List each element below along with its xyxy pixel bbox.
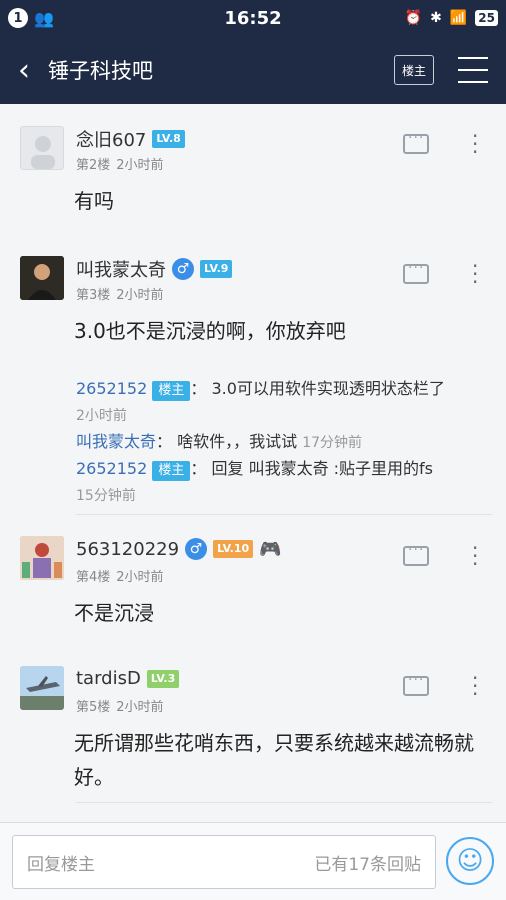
- reply-separator: ：: [190, 459, 207, 478]
- reply-input[interactable]: 回复楼主 已有17条回贴: [12, 835, 436, 889]
- comment-icon[interactable]: [403, 130, 429, 154]
- contacts-icon: 👥: [34, 8, 54, 28]
- avatar[interactable]: [20, 666, 64, 710]
- wifi-icon: 📶: [449, 10, 468, 26]
- level-badge: LV.9: [200, 260, 233, 278]
- post-item: 563120229 ♂ LV.10 🎮 第4楼 2小时前 ··· 不是沉浸: [0, 514, 506, 652]
- owner-tag: 楼主: [152, 381, 191, 401]
- level-badge: LV.10: [213, 540, 254, 558]
- comment-icon[interactable]: [403, 542, 429, 566]
- username[interactable]: 563120229: [76, 539, 179, 560]
- reply-separator: ：: [190, 379, 207, 398]
- avatar[interactable]: [20, 126, 64, 170]
- divider: [76, 802, 492, 803]
- reply-list: 2652152 楼主： 3.0可以用软件实现透明状态栏了 2小时前 叫我蒙太奇：…: [76, 376, 496, 509]
- post-time: 2小时前: [116, 700, 164, 715]
- emoji-icon[interactable]: ☺: [446, 837, 494, 885]
- game-controller-icon: 🎮: [259, 538, 282, 560]
- post-item: 念旧607 LV.8 第2楼 2小时前 ··· 有吗: [0, 104, 506, 232]
- reply-time: 17分钟前: [302, 435, 363, 451]
- chevron-left-icon: ‹: [18, 52, 30, 88]
- back-button[interactable]: ‹: [0, 36, 48, 104]
- reply-time: 15分钟前: [76, 488, 136, 504]
- post-text: 不是沉浸: [74, 601, 154, 625]
- reply-user[interactable]: 2652152: [76, 459, 147, 478]
- post-text: 3.0也不是沉浸的啊，你放弃吧: [74, 319, 346, 343]
- post-list: 念旧607 LV.8 第2楼 2小时前 ··· 有吗 叫我蒙太奇 ♂ LV.9 第3楼 2…: [0, 104, 506, 822]
- floor-label: 第3楼: [76, 288, 111, 303]
- reply-separator: ：: [156, 432, 173, 451]
- notification-badge: 1: [8, 8, 28, 28]
- username[interactable]: 叫我蒙太奇: [76, 256, 166, 282]
- more-icon[interactable]: · · ·: [472, 256, 478, 292]
- post-time: 2小时前: [116, 288, 164, 303]
- post-time: 2小时前: [116, 570, 164, 585]
- only-owner-button[interactable]: 楼主: [394, 55, 434, 85]
- reply-text: 回复 叫我蒙太奇 :贴子里用的fs: [211, 459, 434, 478]
- post-item: tardisD LV.3 第5楼 2小时前 ··· 无所谓那些花哨东西，只要系统越来…: [0, 652, 506, 822]
- reply-bar: 回复楼主 已有17条回贴 ☺: [0, 822, 506, 900]
- post-text: 无所谓那些花哨东西，只要系统越来越流畅就好。: [74, 731, 474, 789]
- menu-icon[interactable]: [458, 57, 488, 83]
- username[interactable]: tardisD: [76, 668, 141, 689]
- reply-placeholder: 回复楼主: [27, 854, 95, 875]
- alarm-icon: ⏰: [404, 10, 423, 26]
- bluetooth-icon: ✱: [430, 10, 442, 26]
- male-icon: ♂: [185, 538, 208, 560]
- clock: 16:52: [224, 7, 282, 29]
- post-text: 有吗: [74, 189, 114, 213]
- more-icon[interactable]: · · ·: [472, 538, 478, 574]
- floor-label: 第4楼: [76, 570, 111, 585]
- reply-user[interactable]: 2652152: [76, 379, 147, 398]
- floor-label: 第2楼: [76, 158, 111, 173]
- avatar[interactable]: [20, 536, 64, 580]
- reply-item[interactable]: 2652152 楼主： 回复 叫我蒙太奇 :贴子里用的fs 15分钟前: [76, 456, 496, 509]
- reply-item[interactable]: 2652152 楼主： 3.0可以用软件实现透明状态栏了 2小时前: [76, 376, 496, 429]
- avatar[interactable]: [20, 256, 64, 300]
- comment-icon[interactable]: [403, 260, 429, 284]
- level-badge: LV.3: [146, 669, 180, 688]
- more-icon[interactable]: · · ·: [472, 126, 478, 162]
- page-title: 锤子科技吧: [48, 59, 153, 83]
- reply-count: 已有17条回贴: [314, 854, 421, 875]
- floor-label: 第5楼: [76, 700, 111, 715]
- male-icon: ♂: [172, 258, 194, 280]
- more-icon[interactable]: · · ·: [472, 668, 478, 704]
- status-bar: 1 👥 16:52 ⏰ ✱ 📶 25: [0, 0, 506, 36]
- reply-time: 2小时前: [76, 408, 127, 424]
- level-badge: LV.8: [152, 130, 185, 148]
- comment-icon[interactable]: [403, 672, 429, 696]
- battery-indicator: 25: [475, 10, 498, 26]
- post-time: 2小时前: [116, 158, 164, 173]
- owner-tag: 楼主: [152, 461, 191, 481]
- reply-user[interactable]: 叫我蒙太奇: [76, 432, 156, 451]
- reply-item[interactable]: 叫我蒙太奇： 啥软件，，我试试 17分钟前: [76, 429, 496, 456]
- reply-text: 啥软件，，我试试: [177, 432, 298, 451]
- post-item: 叫我蒙太奇 ♂ LV.9 第3楼 2小时前 ··· 3.0也不是沉浸的啊，你放弃吧 2…: [0, 232, 506, 514]
- nav-bar: ‹ 锤子科技吧 楼主: [0, 36, 506, 104]
- reply-text: 3.0可以用软件实现透明状态栏了: [211, 379, 445, 398]
- username[interactable]: 念旧607: [76, 126, 146, 152]
